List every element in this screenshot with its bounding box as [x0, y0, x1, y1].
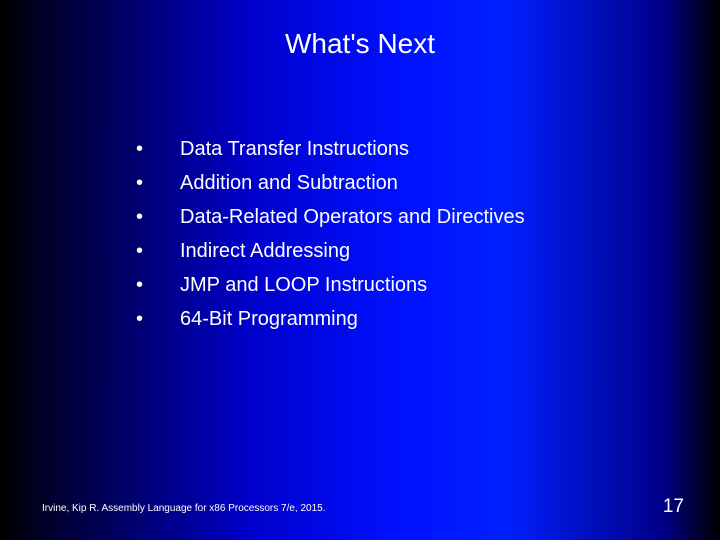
list-item: • Data-Related Operators and Directives	[130, 204, 525, 231]
bullet-list: • Data Transfer Instructions • Addition …	[130, 136, 525, 340]
bullet-icon: •	[130, 136, 180, 163]
list-item: • Indirect Addressing	[130, 238, 525, 265]
slide-title: What's Next	[0, 0, 720, 60]
list-item-text: JMP and LOOP Instructions	[180, 272, 427, 299]
list-item-text: Addition and Subtraction	[180, 170, 398, 197]
footer-citation: Irvine, Kip R. Assembly Language for x86…	[42, 503, 326, 514]
page-number: 17	[663, 496, 684, 518]
bullet-icon: •	[130, 238, 180, 265]
list-item: • Addition and Subtraction	[130, 170, 525, 197]
list-item: • 64-Bit Programming	[130, 306, 525, 333]
bullet-icon: •	[130, 306, 180, 333]
list-item-text: Data-Related Operators and Directives	[180, 204, 525, 231]
list-item: • Data Transfer Instructions	[130, 136, 525, 163]
list-item: • JMP and LOOP Instructions	[130, 272, 525, 299]
bullet-icon: •	[130, 170, 180, 197]
list-item-text: Indirect Addressing	[180, 238, 350, 265]
bullet-icon: •	[130, 272, 180, 299]
list-item-text: Data Transfer Instructions	[180, 136, 409, 163]
list-item-text: 64-Bit Programming	[180, 306, 358, 333]
bullet-icon: •	[130, 204, 180, 231]
